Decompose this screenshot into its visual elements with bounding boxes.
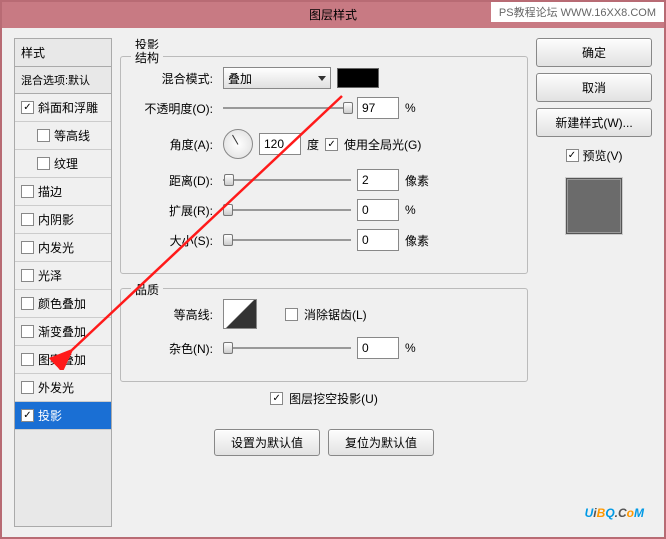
- style-checkbox[interactable]: [37, 157, 50, 170]
- knockout-checkbox[interactable]: [270, 392, 283, 405]
- style-checkbox[interactable]: [21, 381, 34, 394]
- style-item-6[interactable]: 光泽: [15, 262, 111, 290]
- style-checkbox[interactable]: [21, 297, 34, 310]
- style-label: 内阴影: [38, 211, 74, 228]
- style-item-4[interactable]: 内阴影: [15, 206, 111, 234]
- angle-dial[interactable]: [223, 129, 253, 159]
- watermark-bottom: UiBQ.CoM: [585, 497, 644, 523]
- style-label: 投影: [38, 407, 62, 424]
- noise-unit: %: [405, 341, 431, 355]
- structure-legend: 结构: [131, 49, 163, 66]
- style-item-7[interactable]: 颜色叠加: [15, 290, 111, 318]
- quality-fieldset: 品质 等高线: 消除锯齿(L) 杂色(N): 0 %: [120, 288, 528, 382]
- antialias-label: 消除锯齿(L): [304, 306, 367, 323]
- style-label: 光泽: [38, 267, 62, 284]
- style-label: 外发光: [38, 379, 74, 396]
- contour-swatch[interactable]: [223, 299, 257, 329]
- angle-unit: 度: [307, 136, 319, 153]
- style-label: 内发光: [38, 239, 74, 256]
- blend-mode-value: 叠加: [228, 70, 252, 87]
- blend-mode-label: 混合模式:: [135, 70, 217, 87]
- noise-label: 杂色(N):: [135, 340, 217, 357]
- new-style-button[interactable]: 新建样式(W)...: [536, 108, 652, 137]
- style-label: 图案叠加: [38, 351, 86, 368]
- style-checkbox[interactable]: [21, 185, 34, 198]
- blend-options-default[interactable]: 混合选项:默认: [15, 67, 111, 94]
- right-panel: 确定 取消 新建样式(W)... 预览(V): [536, 38, 652, 527]
- style-item-3[interactable]: 描边: [15, 178, 111, 206]
- dialog-content: 样式 混合选项:默认 斜面和浮雕等高线纹理描边内阴影内发光光泽颜色叠加渐变叠加图…: [2, 28, 664, 537]
- size-unit: 像素: [405, 232, 431, 249]
- global-light-label: 使用全局光(G): [344, 136, 421, 153]
- style-checkbox[interactable]: [21, 101, 34, 114]
- style-item-9[interactable]: 图案叠加: [15, 346, 111, 374]
- style-label: 等高线: [54, 127, 90, 144]
- noise-slider[interactable]: [223, 340, 351, 356]
- distance-input[interactable]: 2: [357, 169, 399, 191]
- knockout-label: 图层挖空投影(U): [289, 390, 378, 407]
- preview-thumbnail: [566, 178, 622, 234]
- distance-slider[interactable]: [223, 172, 351, 188]
- cancel-button[interactable]: 取消: [536, 73, 652, 102]
- opacity-label: 不透明度(O):: [135, 100, 217, 117]
- size-label: 大小(S):: [135, 232, 217, 249]
- quality-legend: 品质: [131, 281, 163, 298]
- opacity-input[interactable]: 97: [357, 97, 399, 119]
- angle-input[interactable]: 120: [259, 133, 301, 155]
- opacity-slider[interactable]: [223, 100, 351, 116]
- style-label: 斜面和浮雕: [38, 99, 98, 116]
- size-input[interactable]: 0: [357, 229, 399, 251]
- style-checkbox[interactable]: [21, 241, 34, 254]
- style-checkbox[interactable]: [21, 269, 34, 282]
- noise-input[interactable]: 0: [357, 337, 399, 359]
- style-item-5[interactable]: 内发光: [15, 234, 111, 262]
- styles-panel: 样式 混合选项:默认 斜面和浮雕等高线纹理描边内阴影内发光光泽颜色叠加渐变叠加图…: [14, 38, 112, 527]
- chevron-down-icon: [318, 76, 326, 81]
- spread-input[interactable]: 0: [357, 199, 399, 221]
- spread-slider[interactable]: [223, 202, 351, 218]
- ok-button[interactable]: 确定: [536, 38, 652, 67]
- style-item-0[interactable]: 斜面和浮雕: [15, 94, 111, 122]
- main-panel: 投影 结构 混合模式: 叠加 不透明度(O): 97: [120, 38, 528, 527]
- style-checkbox[interactable]: [21, 353, 34, 366]
- size-slider[interactable]: [223, 232, 351, 248]
- preview-checkbox[interactable]: [566, 149, 579, 162]
- distance-unit: 像素: [405, 172, 431, 189]
- style-checkbox[interactable]: [21, 325, 34, 338]
- shadow-color-swatch[interactable]: [337, 68, 379, 88]
- structure-fieldset: 投影 结构 混合模式: 叠加 不透明度(O): 97: [120, 56, 528, 274]
- style-item-2[interactable]: 纹理: [15, 150, 111, 178]
- spread-label: 扩展(R):: [135, 202, 217, 219]
- style-checkbox[interactable]: [21, 213, 34, 226]
- style-label: 渐变叠加: [38, 323, 86, 340]
- style-checkbox[interactable]: [37, 129, 50, 142]
- style-label: 描边: [38, 183, 62, 200]
- reset-default-button[interactable]: 复位为默认值: [328, 429, 434, 456]
- global-light-checkbox[interactable]: [325, 138, 338, 151]
- preview-label: 预览(V): [583, 147, 623, 164]
- style-item-1[interactable]: 等高线: [15, 122, 111, 150]
- style-label: 颜色叠加: [38, 295, 86, 312]
- style-checkbox[interactable]: [21, 409, 34, 422]
- spread-unit: %: [405, 203, 431, 217]
- distance-label: 距离(D):: [135, 172, 217, 189]
- set-default-button[interactable]: 设置为默认值: [214, 429, 320, 456]
- style-item-10[interactable]: 外发光: [15, 374, 111, 402]
- styles-header[interactable]: 样式: [15, 39, 111, 67]
- style-label: 纹理: [54, 155, 78, 172]
- angle-label: 角度(A):: [135, 136, 217, 153]
- opacity-unit: %: [405, 101, 431, 115]
- contour-label: 等高线:: [135, 306, 217, 323]
- antialias-checkbox[interactable]: [285, 308, 298, 321]
- style-item-11[interactable]: 投影: [15, 402, 111, 430]
- blend-mode-select[interactable]: 叠加: [223, 67, 331, 89]
- style-item-8[interactable]: 渐变叠加: [15, 318, 111, 346]
- watermark-top: PS教程论坛 WWW.16XX8.COM: [491, 2, 664, 22]
